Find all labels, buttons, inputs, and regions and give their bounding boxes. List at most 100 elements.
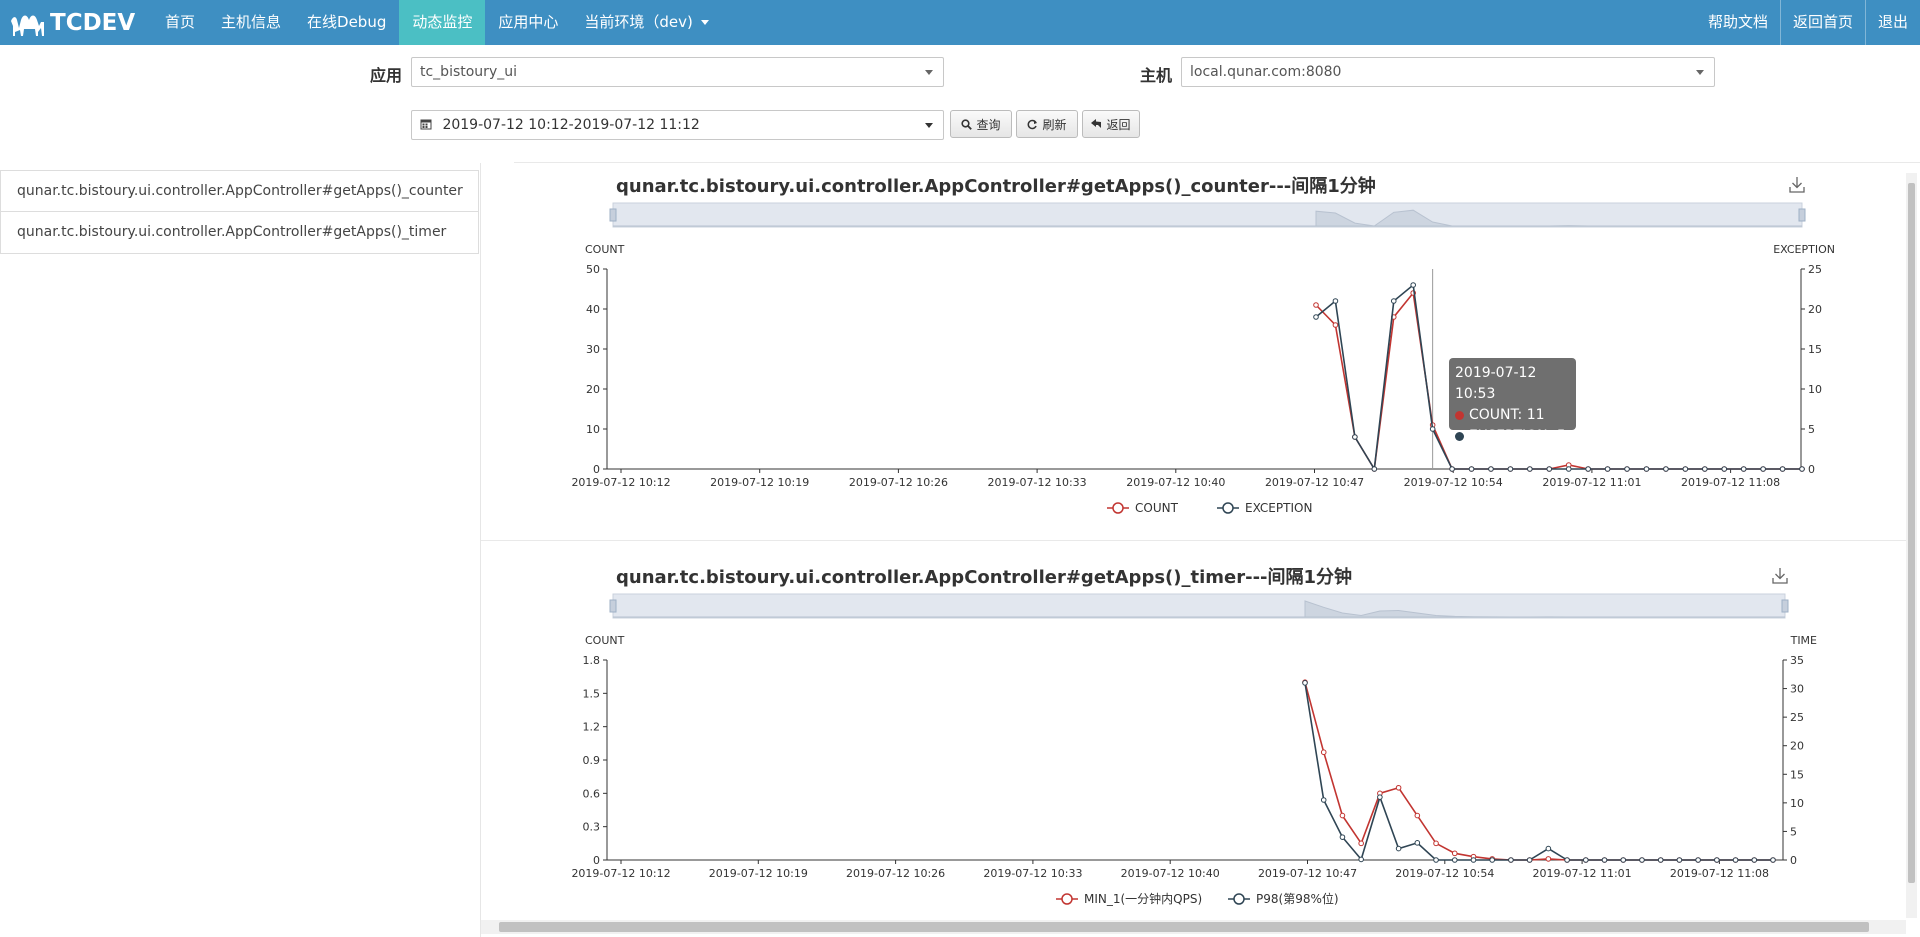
series-point-1 [1760, 466, 1766, 472]
time-range-value: 2019-07-12 10:12-2019-07-12 11:12 [442, 117, 700, 133]
nav-item-1[interactable]: 主机信息 [208, 0, 294, 45]
x-tick-label: 2019-07-12 10:26 [846, 867, 945, 880]
y-tick-label-right: 10 [1790, 797, 1804, 810]
y-axis-right-label: TIME [1790, 634, 1817, 647]
series-point-1 [1313, 314, 1319, 320]
series-point-0 [1545, 856, 1552, 862]
tooltip-exception: EXCEPTION: 5 [1469, 428, 1566, 444]
host-select-value: local.qunar.com:8080 [1190, 64, 1342, 80]
series-point-1 [1564, 857, 1570, 863]
series-point-1 [1470, 857, 1477, 863]
y-tick-label-right: 10 [1808, 383, 1822, 396]
nav-item-label: 动态监控 [412, 13, 473, 31]
series-point-1 [1732, 857, 1739, 863]
x-tick-label: 2019-07-12 10:12 [571, 476, 670, 489]
metric-list-item[interactable]: qunar.tc.bistoury.ui.controller.AppContr… [1, 212, 478, 253]
nav-item-2[interactable]: 在线Debug [294, 0, 399, 45]
x-tick-label: 2019-07-12 11:01 [1533, 867, 1632, 880]
chevron-down-icon [925, 70, 933, 75]
nav-right-item-0[interactable]: 帮助文档 [1696, 0, 1780, 45]
series-point-1 [1682, 466, 1689, 472]
series-point-1 [1545, 845, 1552, 852]
caret-down-icon [700, 20, 709, 25]
legend-label-0: COUNT [1135, 501, 1179, 515]
series-point-1 [1624, 466, 1630, 472]
nav-right-item-1[interactable]: 返回首页 [1779, 0, 1865, 45]
data-zoom-slider [609, 593, 1789, 619]
back-button[interactable]: 返回 [1082, 110, 1140, 138]
zoom-track [612, 202, 1803, 228]
vertical-scroll-thumb[interactable] [1908, 183, 1915, 883]
legend-label-1: EXCEPTION [1245, 501, 1312, 515]
horizontal-scrollbar[interactable] [481, 920, 1906, 934]
horizontal-scroll-thumb[interactable] [499, 922, 1869, 932]
series-point-1 [1721, 466, 1728, 472]
x-tick-label: 2019-07-12 10:33 [988, 476, 1087, 489]
refresh-icon [1028, 119, 1038, 129]
download-icon[interactable] [1789, 176, 1805, 194]
vertical-scrollbar[interactable] [1906, 173, 1917, 918]
series-point-1 [1714, 857, 1720, 863]
counter-chart[interactable]: COUNT EXCEPTION 0 10 20 30 40 50 0 5 10 15 20 25 2019-… [560, 195, 1905, 520]
series-point-1 [1740, 466, 1747, 472]
y-tick-label-left: 1.5 [583, 687, 601, 700]
app-select[interactable]: tc_bistoury_ui [411, 57, 944, 87]
main-menu: 首页 主机信息 在线Debug 动态监控 应用中心 当前环境（dev) [152, 0, 722, 45]
y-tick-label-right: 15 [1808, 343, 1822, 356]
camel-icon [11, 15, 44, 36]
x-tick-label: 2019-07-12 10:19 [710, 476, 809, 489]
nav-item-3[interactable]: 动态监控 [399, 0, 486, 45]
metric-list-item[interactable]: qunar.tc.bistoury.ui.controller.AppContr… [1, 171, 478, 212]
x-tick-label: 2019-07-12 10:54 [1395, 867, 1494, 880]
nav-item-5[interactable]: 当前环境（dev) [571, 0, 721, 45]
search-icon [961, 118, 973, 130]
chart-legend: MIN_1(一分钟内QPS) P98(第98%位) [1056, 891, 1339, 906]
host-label: 主机 [1140, 66, 1173, 85]
download-icon[interactable] [1772, 567, 1788, 585]
legend-label-1: P98(第98%位) [1256, 891, 1339, 906]
y-tick-label-right: 15 [1790, 768, 1804, 781]
brand-logo[interactable]: TCDEV [8, 0, 135, 45]
series-point-1 [1332, 298, 1339, 304]
y-tick-label-left: 30 [586, 343, 600, 356]
y-tick-label-left: 1.8 [583, 654, 601, 667]
time-range-picker[interactable]: 2019-07-12 10:12-2019-07-12 11:12 [411, 110, 944, 140]
zoom-track [612, 593, 1786, 619]
x-tick-label: 2019-07-12 10:40 [1126, 476, 1225, 489]
y-tick-label-left: 40 [586, 303, 600, 316]
nav-item-4[interactable]: 应用中心 [485, 0, 571, 45]
y-tick-label-right: 35 [1790, 654, 1804, 667]
series-point-1 [1302, 680, 1308, 686]
series-point-1 [1449, 466, 1455, 472]
series-point-1 [1751, 857, 1758, 863]
series-point-1 [1508, 857, 1514, 863]
metrics-list: qunar.tc.bistoury.ui.controller.AppContr… [0, 170, 479, 254]
series-point-1 [1433, 857, 1439, 863]
series-point-1 [1702, 466, 1708, 472]
host-select[interactable]: local.qunar.com:8080 [1181, 57, 1715, 87]
y-tick-label-left: 10 [586, 423, 600, 436]
series-point-0 [1358, 840, 1364, 847]
x-tick-label: 2019-07-12 10:47 [1258, 867, 1357, 880]
nav-item-0[interactable]: 首页 [152, 0, 208, 45]
series-point-0 [1433, 840, 1439, 847]
nav-right-item-2[interactable]: 退出 [1864, 0, 1920, 45]
series-point-0 [1320, 749, 1327, 756]
top-navbar: TCDEV 首页 主机信息 在线Debug 动态监控 应用中心 当前环境（dev) 帮助文… [0, 0, 1920, 45]
timer-chart[interactable]: COUNT TIME 0 0.3 0.6 0.9 1.2 1.5 1.8 0 5 10 15 20 25 30… [560, 586, 1905, 911]
series-point-1 [1507, 466, 1514, 472]
chevron-down-icon [1696, 70, 1704, 75]
legend-circle-icon [1222, 502, 1234, 514]
series-point-1 [1371, 466, 1378, 472]
series-point-1 [1663, 466, 1669, 472]
query-button[interactable]: 查询 [950, 110, 1012, 138]
y-tick-label-right: 0 [1808, 463, 1815, 476]
y-tick-label-right: 20 [1808, 303, 1822, 316]
series-point-1 [1527, 466, 1533, 472]
chevron-down-icon [925, 123, 933, 128]
x-tick-label: 2019-07-12 10:12 [571, 867, 670, 880]
refresh-button[interactable]: 刷新 [1016, 110, 1078, 138]
chart-divider [481, 540, 1906, 541]
y-tick-label-right: 5 [1808, 423, 1815, 436]
series-point-1 [1488, 466, 1494, 472]
